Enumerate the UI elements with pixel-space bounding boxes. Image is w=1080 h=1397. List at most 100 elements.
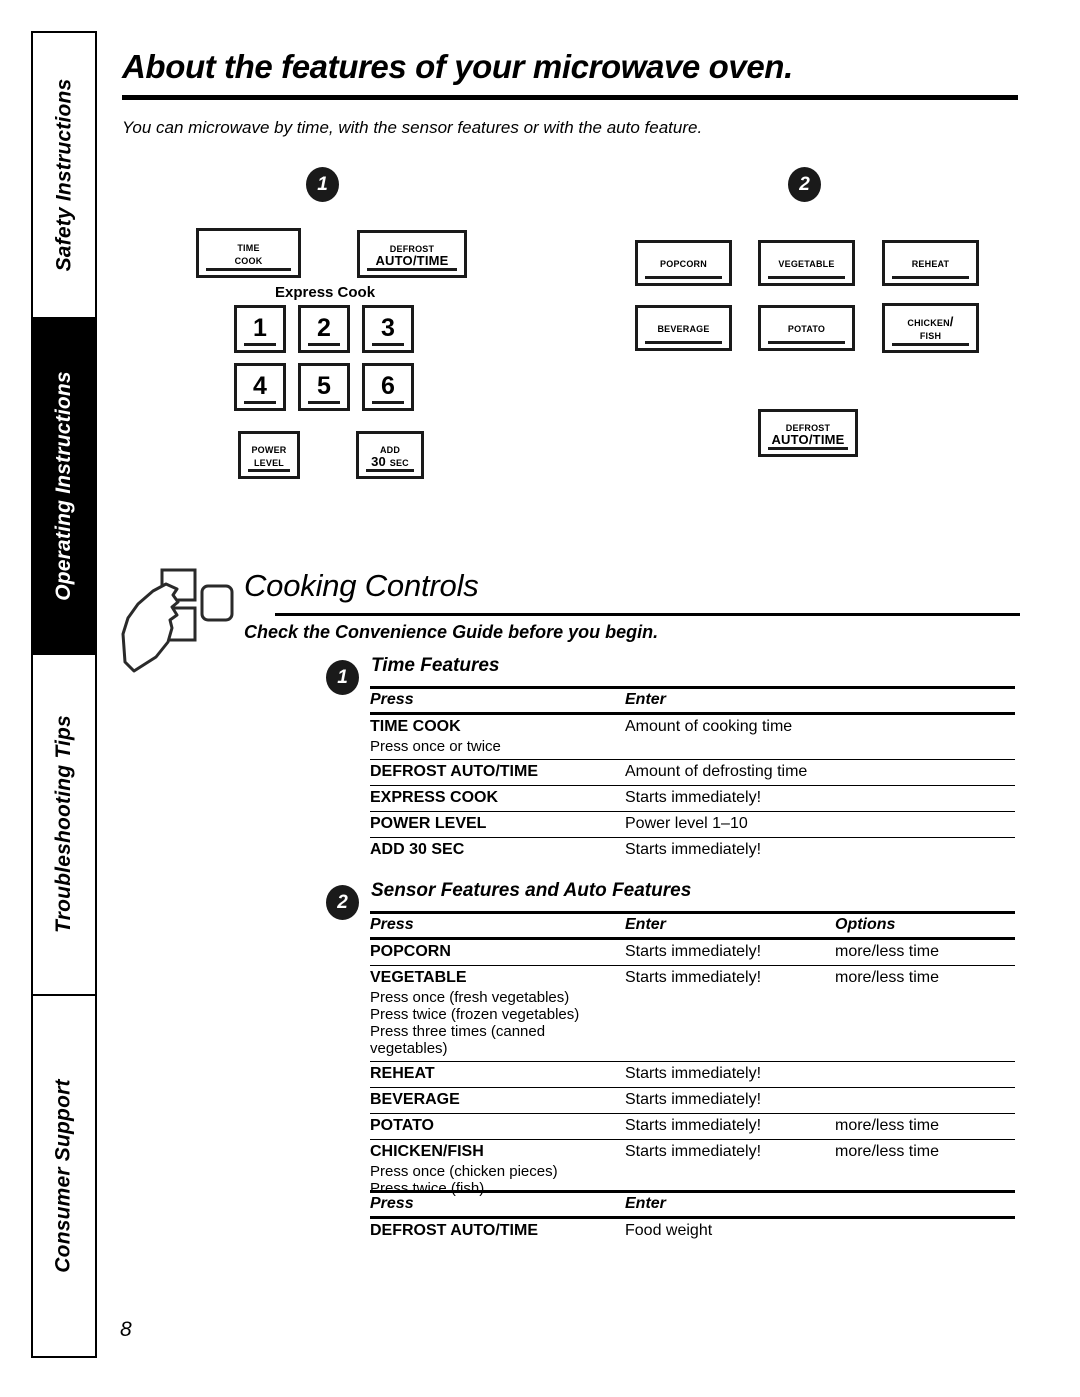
key-reheat[interactable]: Reheat xyxy=(882,240,979,286)
cell-enter: Starts immediately! xyxy=(625,1087,835,1114)
key-express-3[interactable]: 3 xyxy=(362,305,414,353)
page-content: About the features of your microwave ove… xyxy=(120,0,1080,1397)
key-line: 5 xyxy=(316,372,332,401)
key-express-2[interactable]: 2 xyxy=(298,305,350,353)
key-line: 3 xyxy=(380,314,396,343)
cell-enter: Starts immediately! xyxy=(625,1061,835,1088)
key-line: 4 xyxy=(252,372,268,401)
table-row: EXPRESS COOK Starts immediately! xyxy=(370,785,1015,812)
key-line: 1 xyxy=(252,314,268,343)
press-note: Press once or twice xyxy=(370,738,501,755)
key-line: AUTO/TIME xyxy=(771,432,845,447)
cell-options: more/less time xyxy=(835,938,1015,966)
key-line: Beverage xyxy=(657,320,710,336)
key-express-1[interactable]: 1 xyxy=(234,305,286,353)
badge-section-two: 2 xyxy=(326,885,359,920)
table-header-row: Press Enter xyxy=(370,686,1015,715)
cell-enter: Starts immediately! xyxy=(625,938,835,966)
sidebar-tab-safety-instructions[interactable]: Safety Instructions xyxy=(33,33,95,320)
hand-pressing-buttons-icon xyxy=(121,568,234,673)
sidebar-tab-label: Operating Instructions xyxy=(52,371,75,601)
key-beverage[interactable]: Beverage xyxy=(635,305,732,351)
key-line: Time xyxy=(237,238,260,254)
key-express-6[interactable]: 6 xyxy=(362,363,414,411)
cell-press: DEFROST AUTO/TIME xyxy=(370,759,625,786)
cell-enter: Amount of cooking time xyxy=(625,713,1015,760)
key-chicken-fish[interactable]: Chicken/ Fish xyxy=(882,303,979,353)
badge-section-one: 1 xyxy=(326,660,359,695)
cell-press: POTATO xyxy=(370,1113,625,1140)
table-row: BEVERAGE Starts immediately! xyxy=(370,1087,1015,1114)
cell-press: TIME COOK Press once or twice xyxy=(370,713,625,760)
time-features-title: Time Features xyxy=(371,655,500,676)
cell-press: BEVERAGE xyxy=(370,1087,625,1114)
table-row: REHEAT Starts immediately! xyxy=(370,1061,1015,1088)
sidebar-tab-label: Troubleshooting Tips xyxy=(52,715,76,934)
badge-panel-one: 1 xyxy=(306,167,339,202)
column-header-enter: Enter xyxy=(625,686,1015,715)
express-cook-label: Express Cook xyxy=(275,284,376,301)
key-line: Defrost xyxy=(785,418,831,434)
column-header-options: Options xyxy=(835,911,1015,940)
key-express-4[interactable]: 4 xyxy=(234,363,286,411)
sidebar-tab-column: Safety Instructions Operating Instructio… xyxy=(31,31,97,1358)
table-header-row: Press Enter xyxy=(370,1190,1015,1219)
key-add-30-sec[interactable]: Add 30 Sec xyxy=(356,431,424,479)
cell-enter: Amount of defrosting time xyxy=(625,759,1015,786)
key-line: Potato xyxy=(787,320,826,336)
column-header-press: Press xyxy=(370,686,625,715)
cell-options: more/less time xyxy=(835,965,1015,1062)
cell-press: POPCORN xyxy=(370,938,625,966)
sidebar-tab-consumer-support[interactable]: Consumer Support xyxy=(33,996,95,1356)
page-number: 8 xyxy=(120,1318,132,1341)
sensor-features-table: Press Enter Options POPCORN Starts immed… xyxy=(370,911,1015,1201)
key-express-5[interactable]: 5 xyxy=(298,363,350,411)
sidebar-tab-operating-instructions[interactable]: Operating Instructions xyxy=(33,319,95,655)
intro-text: You can microwave by time, with the sens… xyxy=(122,118,703,137)
press-note: Press once (fresh vegetables) Press twic… xyxy=(370,989,580,1057)
table-row: POWER LEVEL Power level 1–10 xyxy=(370,811,1015,838)
press-label: VEGETABLE xyxy=(370,969,467,986)
key-line: Popcorn xyxy=(660,255,707,271)
key-time-cook[interactable]: Time Cook xyxy=(196,228,301,278)
press-label: CHICKEN/FISH xyxy=(370,1143,484,1160)
time-features-table: Press Enter TIME COOK Press once or twic… xyxy=(370,686,1015,863)
key-line: 30 Sec xyxy=(371,454,409,469)
sidebar-tab-label: Consumer Support xyxy=(52,1079,75,1273)
column-header-press: Press xyxy=(370,1190,625,1219)
key-potato[interactable]: Potato xyxy=(758,305,855,351)
key-vegetable[interactable]: Vegetable xyxy=(758,240,855,286)
cell-press: ADD 30 SEC xyxy=(370,841,465,858)
cell-enter: Food weight xyxy=(625,1222,713,1239)
key-defrost-auto-time[interactable]: Defrost AUTO/TIME xyxy=(357,230,467,278)
sensor-features-title: Sensor Features and Auto Features xyxy=(371,880,692,901)
page-title: About the features of your microwave ove… xyxy=(122,48,793,85)
cell-enter: Starts immediately! xyxy=(625,841,762,858)
cell-enter: Starts immediately! xyxy=(625,965,835,1062)
badge-panel-two: 2 xyxy=(788,167,821,202)
cooking-controls-subtitle: Check the Convenience Guide before you b… xyxy=(244,622,659,642)
table-row: POPCORN Starts immediately! more/less ti… xyxy=(370,938,1015,966)
table-row: ADD 30 SEC Starts immediately! xyxy=(370,838,1015,864)
key-line: Add xyxy=(379,440,401,456)
key-line: 2 xyxy=(316,314,332,343)
key-popcorn[interactable]: Popcorn xyxy=(635,240,732,286)
table-row: DEFROST AUTO/TIME Amount of defrosting t… xyxy=(370,759,1015,786)
column-header-press: Press xyxy=(370,911,625,940)
key-power-level[interactable]: Power Level xyxy=(238,431,300,479)
cell-enter: Starts immediately! xyxy=(625,1113,835,1140)
cell-press: REHEAT xyxy=(370,1061,625,1088)
title-divider xyxy=(122,95,1018,100)
cell-press: VEGETABLE Press once (fresh vegetables) … xyxy=(370,965,625,1062)
table-row: POTATO Starts immediately! more/less tim… xyxy=(370,1113,1015,1140)
column-header-enter: Enter xyxy=(625,911,835,940)
cooking-controls-title: Cooking Controls xyxy=(244,568,479,603)
cell-options: more/less time xyxy=(835,1113,1015,1140)
sidebar-tab-troubleshooting-tips[interactable]: Troubleshooting Tips xyxy=(33,655,95,996)
cell-enter: Starts immediately! xyxy=(625,785,1015,812)
key-defrost-auto-time-sensor[interactable]: Defrost AUTO/TIME xyxy=(758,409,858,457)
cooking-controls-divider xyxy=(275,613,1020,616)
key-line: AUTO/TIME xyxy=(375,253,449,268)
cell-options xyxy=(835,1087,1015,1114)
cell-press: POWER LEVEL xyxy=(370,811,625,838)
